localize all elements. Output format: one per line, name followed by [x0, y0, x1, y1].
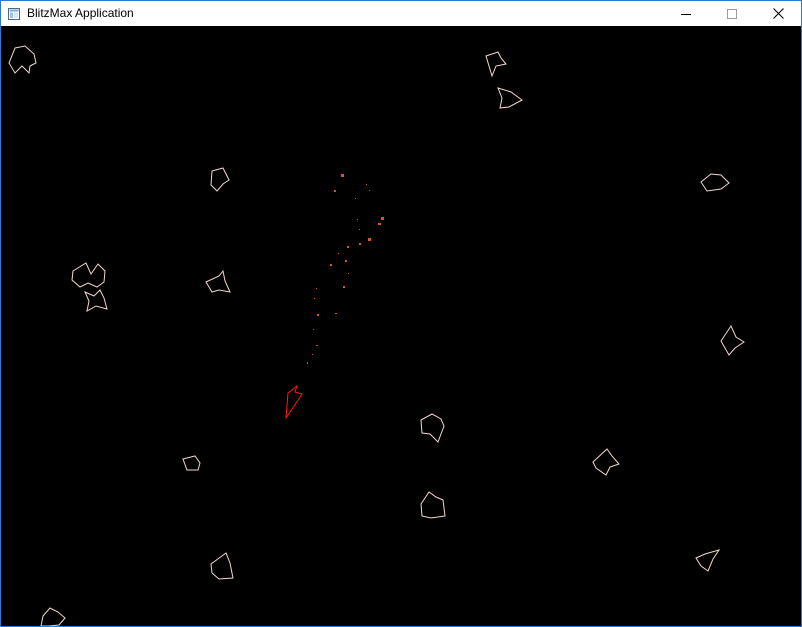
app-window: BlitzMax Application	[0, 0, 802, 627]
asteroid	[210, 167, 230, 192]
thrust-particle	[313, 329, 314, 330]
asteroid	[700, 173, 730, 192]
thrust-particle	[345, 260, 347, 262]
thrust-particle	[316, 288, 317, 289]
thrust-particle	[341, 174, 344, 177]
maximize-icon	[727, 8, 737, 19]
minimize-button[interactable]	[663, 1, 709, 26]
asteroid	[71, 262, 106, 288]
thrust-particle	[348, 273, 349, 274]
thrust-particle	[355, 198, 356, 199]
thrust-particle	[359, 243, 361, 245]
thrust-particle	[330, 264, 332, 266]
maximize-button[interactable]	[709, 1, 755, 26]
thrust-particle	[359, 229, 360, 230]
asteroid	[205, 269, 231, 293]
asteroid	[8, 45, 37, 75]
thrust-particle	[347, 246, 349, 248]
thrust-particle	[357, 219, 358, 220]
thrust-particle	[378, 223, 381, 225]
thrust-particle	[307, 362, 308, 364]
asteroid	[420, 413, 445, 443]
asteroid	[592, 448, 620, 476]
player-ship	[285, 384, 303, 420]
window-title: BlitzMax Application	[27, 6, 134, 20]
application-window-icon	[8, 7, 20, 20]
thrust-particle	[381, 217, 384, 220]
thrust-particle	[316, 345, 318, 346]
asteroid	[210, 552, 234, 580]
thrust-particle	[368, 238, 371, 241]
asteroid	[497, 87, 523, 109]
minimize-icon	[681, 13, 691, 15]
thrust-particle	[334, 190, 336, 192]
thrust-particle	[335, 313, 337, 314]
close-icon	[772, 8, 784, 19]
thrust-particle	[369, 190, 370, 191]
thrust-particle	[338, 253, 339, 254]
asteroid	[420, 491, 446, 519]
thrust-particle	[366, 184, 367, 185]
title-bar[interactable]: BlitzMax Application	[1, 1, 801, 26]
thrust-particle	[343, 286, 345, 288]
asteroid	[695, 549, 721, 572]
game-scene	[8, 45, 745, 626]
asteroid	[84, 289, 108, 312]
asteroid	[485, 51, 507, 78]
asteroid	[40, 607, 66, 626]
asteroid	[182, 455, 201, 471]
thrust-particle	[312, 354, 313, 355]
thrust-particle	[314, 298, 315, 299]
game-canvas[interactable]	[1, 26, 801, 626]
close-button[interactable]	[755, 1, 801, 26]
asteroid	[720, 324, 745, 356]
thrust-particle	[317, 314, 319, 316]
